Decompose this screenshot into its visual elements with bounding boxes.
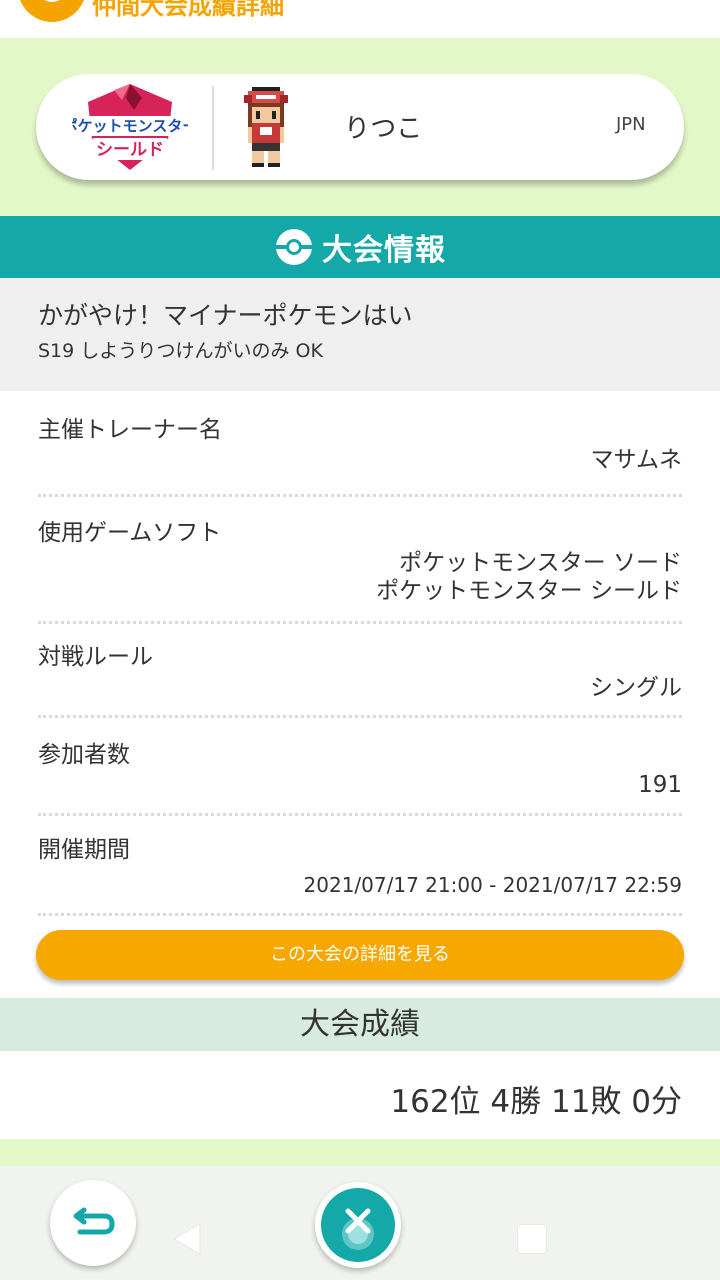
tournament-title-box: かがやけ！マイナーポケモンはい S19 しようりつけんがいのみ OK [0, 278, 720, 391]
rule-value: シングル [590, 675, 682, 701]
organizer-label: 主催トレーナー名 [38, 417, 222, 443]
tournament-subtitle: S19 しようりつけんがいのみ OK [38, 340, 323, 362]
period-row: 開催期間 2021/07/17 21:00 - 2021/07/17 22:59 [38, 830, 682, 918]
organizer-row: 主催トレーナー名 マサムネ [38, 410, 682, 500]
system-recents-icon[interactable] [517, 1224, 547, 1254]
tournament-info-section-header: 大会情報 [0, 216, 720, 278]
view-tournament-details-button[interactable]: この大会の詳細を見る [36, 930, 684, 980]
footer-strip [0, 1139, 720, 1169]
trainer-sprite [244, 87, 288, 167]
page-title: 仲間大会成績詳細 [92, 0, 284, 20]
back-button[interactable] [50, 1180, 136, 1266]
section-title: 大会情報 [322, 233, 446, 268]
row-divider [38, 494, 682, 497]
participants-value: 191 [638, 772, 682, 798]
row-divider [38, 913, 682, 916]
tournament-name: かがやけ！マイナーポケモンはい [38, 301, 413, 330]
bottom-navigation [0, 1166, 720, 1280]
software-label: 使用ゲームソフト [38, 520, 222, 546]
svg-text:ポケットモンスター: ポケットモンスター [72, 117, 188, 135]
row-divider [38, 813, 682, 816]
player-name: りつこ [344, 114, 423, 144]
top-app-bar: 仲間大会成績詳細 [0, 0, 720, 38]
home-button[interactable] [315, 1182, 401, 1268]
app-logo-icon [18, 0, 86, 22]
rule-label: 対戦ルール [38, 644, 153, 670]
svg-text:シールド: シールド [96, 140, 164, 160]
row-divider [38, 621, 682, 624]
software-row: 使用ゲームソフト ポケットモンスター ソード ポケットモンスター シールド [38, 513, 682, 625]
results-header: 大会成績 [0, 998, 720, 1051]
system-back-icon[interactable] [170, 1222, 204, 1256]
participants-row: 参加者数 191 [38, 735, 682, 817]
software-value-sword: ポケットモンスター ソード [399, 550, 682, 576]
pokeball-home-icon [321, 1188, 395, 1262]
pokemon-shield-logo: ポケットモンスター シールド [72, 84, 188, 170]
organizer-value: マサムネ [590, 447, 682, 473]
player-header: ポケットモンスター シールド りつこ JPN [0, 38, 720, 216]
period-value: 2021/07/17 21:00 - 2021/07/17 22:59 [303, 873, 682, 897]
region-label: JPN [616, 114, 646, 135]
participants-label: 参加者数 [38, 742, 130, 768]
card-divider [212, 86, 214, 170]
results-value: 162位 4勝 11敗 0分 [390, 1084, 682, 1120]
software-value-shield: ポケットモンスター シールド [376, 578, 682, 604]
period-label: 開催期間 [38, 837, 130, 863]
player-card: ポケットモンスター シールド りつこ JPN [36, 74, 684, 180]
pokeball-icon [276, 229, 312, 265]
rule-row: 対戦ルール シングル [38, 637, 682, 721]
back-arrow-icon [73, 1207, 115, 1235]
row-divider [38, 715, 682, 718]
